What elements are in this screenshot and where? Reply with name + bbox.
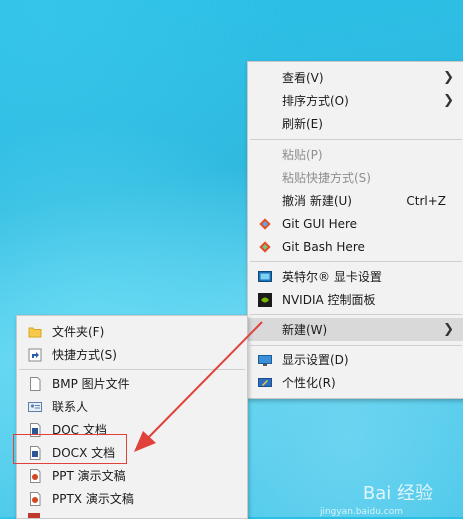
watermark: Bai 经验: [362, 483, 433, 504]
watermark-url: jingyan.baidu.com: [319, 507, 403, 517]
annotation-arrow: [134, 321, 263, 452]
